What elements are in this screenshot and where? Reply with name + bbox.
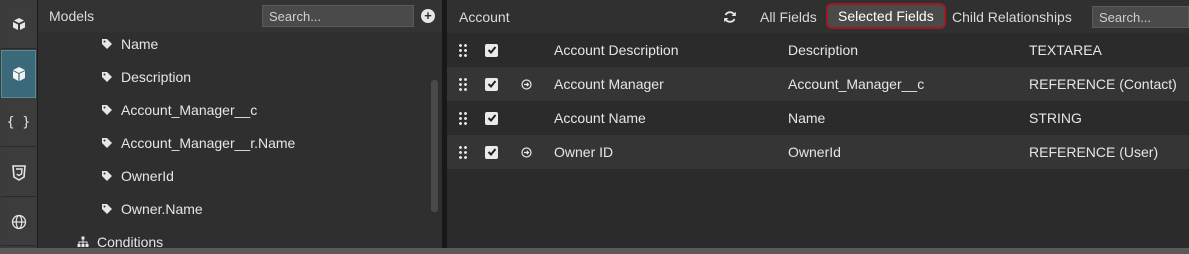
field-row: Account Name Name STRING [447, 101, 1189, 135]
models-panel: Models + Name Description Account_Manage… [38, 0, 442, 248]
models-rail-button[interactable] [1, 50, 36, 98]
expand-reference-button[interactable] [521, 135, 532, 169]
tree-item-label: Owner.Name [121, 201, 203, 217]
arrow-circle-right-icon [521, 78, 532, 90]
field-type: REFERENCE (User) [1029, 144, 1159, 160]
fields-panel: Account All Fields Selected Fields Child… [447, 0, 1189, 248]
tag-icon [102, 72, 112, 82]
models-scrollbar[interactable] [431, 80, 438, 212]
tree-item-label: Account_Manager__c [121, 102, 258, 118]
drag-handle-icon[interactable] [458, 111, 467, 125]
tree-item-label: OwnerId [121, 168, 174, 184]
field-label: Account Manager [554, 76, 664, 92]
field-checkbox[interactable] [485, 43, 498, 57]
tab-child-relationships[interactable]: Child Relationships [952, 0, 1072, 33]
checkmark-icon [487, 80, 496, 88]
field-type: STRING [1029, 110, 1082, 126]
tree-item-label: Account_Manager__r.Name [121, 135, 296, 151]
tab-all-fields[interactable]: All Fields [760, 0, 817, 33]
field-api-name: Name [788, 110, 826, 126]
tree-item-name[interactable]: Name [101, 34, 158, 54]
models-header: Models + [38, 0, 442, 32]
checkmark-icon [487, 148, 496, 156]
field-checkbox[interactable] [485, 145, 498, 159]
cube-icon [12, 67, 25, 81]
javascript-rail-button[interactable]: { } [1, 99, 36, 147]
field-row: Account Description Description TEXTAREA [447, 33, 1189, 67]
bottom-border [0, 248, 1189, 254]
tree-item-label: Description [121, 69, 192, 85]
tag-icon [102, 105, 112, 115]
drag-handle-icon[interactable] [458, 77, 467, 91]
tab-selected-fields[interactable]: Selected Fields [826, 3, 946, 29]
tree-item-conditions[interactable]: Conditions [77, 232, 163, 248]
components-rail-button[interactable] [1, 1, 36, 49]
field-label: Account Name [554, 110, 646, 126]
refresh-button[interactable] [723, 10, 737, 24]
field-type: TEXTAREA [1029, 42, 1102, 58]
expand-reference-button[interactable] [521, 67, 532, 101]
models-title: Models [49, 8, 95, 24]
braces-icon: { } [6, 115, 31, 130]
field-type: REFERENCE (Contact) [1029, 76, 1177, 92]
field-api-name: Account_Manager__c [788, 76, 925, 92]
drag-handle-icon[interactable] [458, 145, 467, 159]
tag-icon [102, 204, 112, 214]
fields-search-input[interactable] [1092, 6, 1189, 28]
tab-label: Child Relationships [952, 8, 1072, 25]
global-rail-button[interactable] [1, 198, 36, 246]
css3-icon [11, 164, 26, 181]
add-model-button[interactable]: + [421, 9, 435, 23]
tree-item-ownerid[interactable]: OwnerId [101, 166, 174, 186]
refresh-icon [724, 11, 736, 23]
tree-item-account-manager-r-name[interactable]: Account_Manager__r.Name [101, 133, 295, 153]
checkmark-icon [487, 114, 496, 122]
drag-handle-icon[interactable] [458, 43, 467, 57]
field-label: Account Description [554, 42, 679, 58]
field-api-name: Description [788, 42, 859, 58]
field-row: Account Manager Account_Manager__c REFER… [447, 67, 1189, 101]
field-api-name: OwnerId [788, 144, 841, 160]
cubes-icon [12, 17, 25, 30]
tree-item-description[interactable]: Description [101, 67, 191, 87]
field-label: Owner ID [554, 144, 614, 160]
fields-object-title: Account [459, 9, 510, 25]
css-rail-button[interactable] [1, 149, 36, 197]
plus-icon: + [424, 8, 432, 23]
tree-item-account-manager-c[interactable]: Account_Manager__c [101, 100, 257, 120]
field-checkbox[interactable] [485, 111, 498, 125]
tag-icon [102, 171, 112, 181]
left-icon-rail: { } [0, 0, 37, 248]
models-search-input[interactable] [262, 5, 414, 27]
checkmark-icon [487, 46, 496, 54]
arrow-circle-right-icon [521, 146, 532, 158]
tag-icon [102, 138, 112, 148]
globe-icon [11, 214, 26, 229]
tab-label: All Fields [760, 8, 817, 25]
tag-icon [102, 39, 112, 49]
field-row: Owner ID OwnerId REFERENCE (User) [447, 135, 1189, 169]
tab-label: Selected Fields [838, 8, 934, 24]
fields-header: Account All Fields Selected Fields Child… [447, 0, 1189, 33]
tree-item-owner-name[interactable]: Owner.Name [101, 199, 203, 219]
sitemap-icon [77, 236, 89, 247]
field-checkbox[interactable] [485, 77, 498, 91]
tree-item-label: Conditions [97, 234, 164, 248]
tree-item-label: Name [121, 36, 159, 52]
